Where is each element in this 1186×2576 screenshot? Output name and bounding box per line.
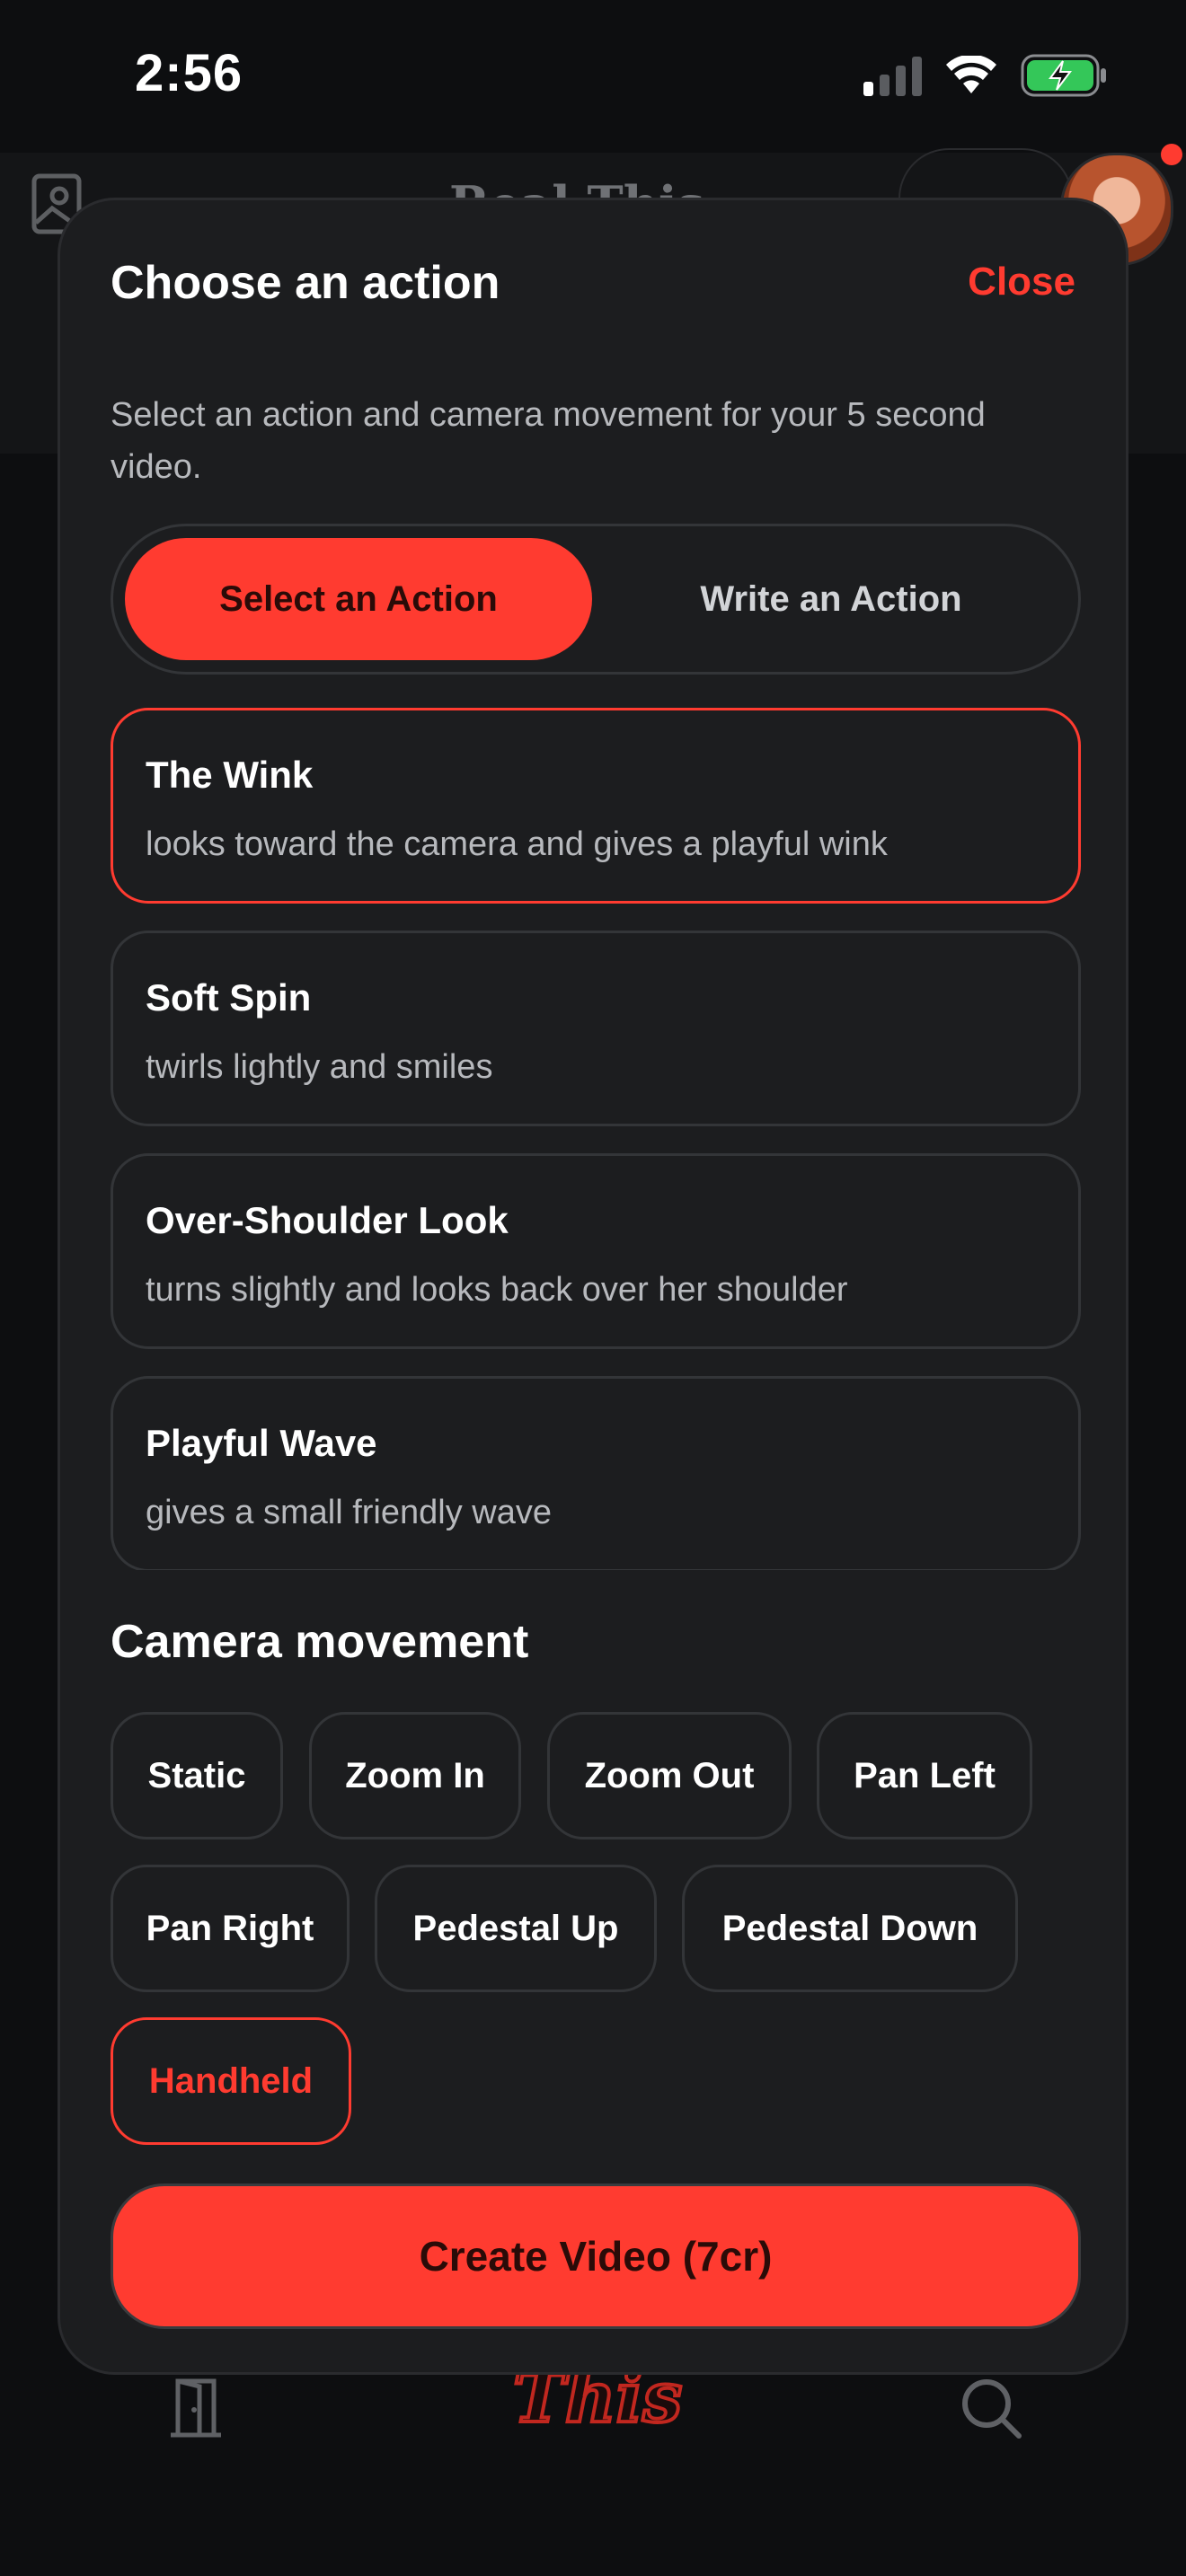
action-card-the-wink[interactable]: The Wink looks toward the camera and giv… bbox=[111, 708, 1081, 904]
camera-chip-pan-left[interactable]: Pan Left bbox=[817, 1712, 1032, 1839]
status-bar: 2:56 bbox=[0, 0, 1186, 153]
camera-chip-handheld[interactable]: Handheld bbox=[111, 2017, 351, 2145]
action-description: looks toward the camera and gives a play… bbox=[146, 825, 888, 863]
action-title: Playful Wave bbox=[146, 1422, 377, 1464]
cellular-signal-icon bbox=[863, 55, 922, 96]
action-card-playful-wave[interactable]: Playful Wave gives a small friendly wave bbox=[111, 1376, 1081, 1570]
tab-write-action[interactable]: Write an Action bbox=[597, 538, 1065, 660]
sheet-description: Select an action and camera movement for… bbox=[111, 396, 986, 486]
action-card-over-shoulder-look[interactable]: Over-Shoulder Look turns slightly and lo… bbox=[111, 1153, 1081, 1349]
wifi-icon bbox=[946, 56, 996, 93]
action-title: Soft Spin bbox=[146, 976, 312, 1019]
camera-chip-pan-right[interactable]: Pan Right bbox=[111, 1865, 350, 1992]
action-description: turns slightly and looks back over her s… bbox=[146, 1271, 848, 1309]
status-time: 2:56 bbox=[135, 44, 243, 102]
action-title: Over-Shoulder Look bbox=[146, 1199, 509, 1241]
camera-chip-zoom-in[interactable]: Zoom In bbox=[309, 1712, 521, 1839]
close-button[interactable]: Close bbox=[968, 260, 1075, 304]
battery-charging-icon bbox=[1021, 54, 1106, 97]
action-description: gives a small friendly wave bbox=[146, 1494, 552, 1531]
search-icon[interactable] bbox=[958, 2375, 1024, 2441]
door-icon[interactable] bbox=[167, 2376, 225, 2439]
status-icons bbox=[863, 54, 1109, 97]
tab-select-action[interactable]: Select an Action bbox=[125, 538, 592, 660]
camera-chip-pedestal-down[interactable]: Pedestal Down bbox=[682, 1865, 1018, 1992]
action-card-soft-spin[interactable]: Soft Spin twirls lightly and smiles bbox=[111, 931, 1081, 1126]
notification-dot bbox=[1161, 144, 1182, 165]
sheet-title: Choose an action bbox=[111, 257, 500, 309]
camera-chip-zoom-out[interactable]: Zoom Out bbox=[547, 1712, 792, 1839]
camera-chip-static[interactable]: Static bbox=[111, 1712, 283, 1839]
action-mode-segmented-control: Select an Action Write an Action bbox=[111, 524, 1081, 675]
action-title: The Wink bbox=[146, 754, 314, 796]
camera-movement-heading: Camera movement bbox=[111, 1616, 529, 1668]
camera-chip-pedestal-up[interactable]: Pedestal Up bbox=[375, 1865, 657, 1992]
create-video-button[interactable]: Create Video (7cr) bbox=[111, 2183, 1081, 2329]
action-list[interactable]: The Wink looks toward the camera and giv… bbox=[111, 708, 1081, 1570]
action-description: twirls lightly and smiles bbox=[146, 1048, 493, 1086]
choose-action-sheet: Choose an action Close Select an action … bbox=[58, 198, 1128, 2375]
